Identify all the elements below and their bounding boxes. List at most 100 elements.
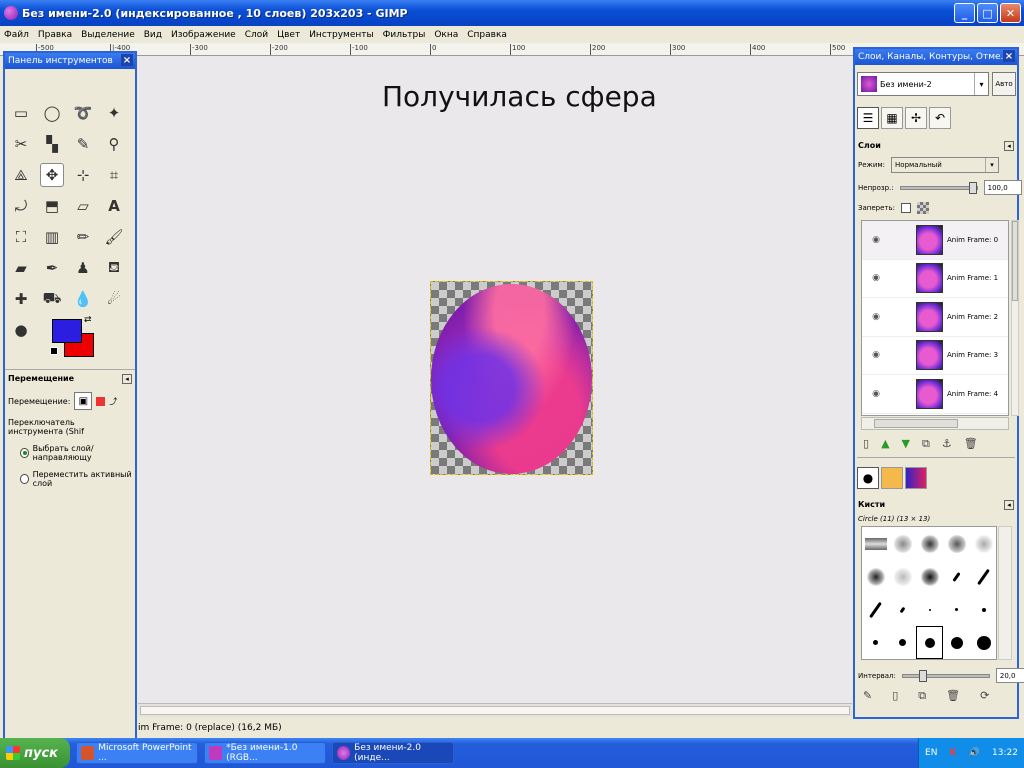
edit-brush-icon[interactable]: ✎ bbox=[863, 689, 872, 703]
brush-item[interactable] bbox=[889, 626, 916, 659]
raise-layer-icon[interactable]: ▲ bbox=[881, 437, 889, 451]
rect-select-icon[interactable]: ▭ bbox=[9, 101, 33, 125]
taskbar-item-powerpoint[interactable]: Microsoft PowerPoint ... bbox=[76, 742, 198, 764]
brush-item-selected[interactable] bbox=[916, 626, 943, 659]
language-indicator[interactable]: EN bbox=[925, 748, 937, 758]
default-colors-icon[interactable] bbox=[50, 347, 58, 355]
eye-icon[interactable]: ◉ bbox=[862, 273, 890, 283]
move-selection-icon[interactable] bbox=[96, 396, 106, 406]
shear-icon[interactable]: ▱ bbox=[71, 194, 95, 218]
antivirus-icon[interactable]: K bbox=[950, 748, 957, 758]
ellipse-select-icon[interactable]: ◯ bbox=[40, 101, 64, 125]
dock-menu-icon[interactable]: ◂ bbox=[122, 374, 132, 384]
smudge-icon[interactable]: ☄ bbox=[102, 287, 126, 311]
move-layer-icon[interactable]: ▣ bbox=[74, 392, 93, 410]
color-picker-icon[interactable]: ⚲ bbox=[102, 132, 126, 156]
gradient-icon[interactable]: ▥ bbox=[40, 225, 64, 249]
brush-item[interactable] bbox=[889, 527, 916, 560]
duplicate-brush-icon[interactable]: ⧉ bbox=[918, 689, 926, 703]
clone-icon[interactable]: ⛾ bbox=[102, 256, 126, 280]
rotate-icon[interactable]: ⤾ bbox=[9, 194, 33, 218]
menu-colors[interactable]: Цвет bbox=[277, 30, 300, 40]
lower-layer-icon[interactable]: ▼ bbox=[902, 437, 910, 451]
menu-file[interactable]: Файл bbox=[4, 30, 29, 40]
bucket-fill-icon[interactable]: ⛶ bbox=[9, 225, 33, 249]
image-layer-frame[interactable] bbox=[430, 281, 593, 475]
auto-button[interactable]: Авто bbox=[992, 72, 1016, 96]
menu-help[interactable]: Справка bbox=[467, 30, 507, 40]
dodge-burn-icon[interactable]: ● bbox=[9, 318, 33, 342]
menu-view[interactable]: Вид bbox=[144, 30, 162, 40]
eraser-icon[interactable]: ▰ bbox=[9, 256, 33, 280]
image-selector[interactable]: Без имени-2 ▾ bbox=[857, 72, 989, 96]
brush-item[interactable] bbox=[862, 626, 889, 659]
text-icon[interactable]: A bbox=[102, 194, 126, 218]
brush-item[interactable] bbox=[943, 626, 970, 659]
spacing-input[interactable]: 20,0 bbox=[995, 668, 1024, 683]
lock-alpha-icon[interactable] bbox=[916, 202, 929, 214]
eye-icon[interactable]: ◉ bbox=[862, 235, 890, 245]
new-brush-icon[interactable]: ▯ bbox=[892, 689, 898, 703]
layers-vertical-scrollbar[interactable] bbox=[1011, 220, 1019, 416]
menu-image[interactable]: Изображение bbox=[171, 30, 236, 40]
duplicate-layer-icon[interactable]: ⧉ bbox=[922, 437, 930, 451]
brush-item[interactable] bbox=[862, 560, 889, 593]
crop-icon[interactable]: ⌗ bbox=[102, 163, 126, 187]
opacity-slider[interactable] bbox=[899, 181, 978, 194]
opacity-input[interactable]: 100,0 bbox=[983, 180, 1022, 195]
brush-item[interactable] bbox=[889, 560, 916, 593]
menu-layer[interactable]: Слой bbox=[245, 30, 268, 40]
refresh-brushes-icon[interactable]: ⟳ bbox=[980, 689, 989, 703]
radio-on-icon[interactable] bbox=[20, 448, 29, 458]
paths-icon[interactable]: ✎ bbox=[71, 132, 95, 156]
eye-icon[interactable]: ◉ bbox=[862, 389, 890, 399]
taskbar-item-gimp-1[interactable]: *Без имени-1.0 (RGB... bbox=[204, 742, 326, 764]
ink-icon[interactable]: ♟ bbox=[71, 256, 95, 280]
menu-edit[interactable]: Правка bbox=[38, 30, 72, 40]
taskbar-item-gimp-2[interactable]: Без имени-2.0 (инде... bbox=[332, 742, 454, 764]
tab-gradients-icon[interactable] bbox=[905, 467, 927, 489]
eye-icon[interactable]: ◉ bbox=[862, 350, 890, 360]
delete-brush-icon[interactable]: 🗑 bbox=[946, 689, 960, 703]
magic-wand-icon[interactable]: ✦ bbox=[102, 101, 126, 125]
radio-move-active[interactable]: Переместить активный слой bbox=[8, 470, 132, 488]
layer-row[interactable]: ◉ Anim Frame: 1 bbox=[862, 260, 1008, 298]
minimize-button[interactable]: _ bbox=[954, 3, 975, 23]
brush-item[interactable] bbox=[970, 593, 997, 626]
close-icon[interactable]: × bbox=[121, 54, 133, 66]
maximize-button[interactable]: □ bbox=[977, 3, 998, 23]
scrollbar-thumb[interactable] bbox=[140, 706, 850, 715]
layer-row[interactable]: ◉ Anim Frame: 0 bbox=[862, 221, 1008, 260]
brushes-vertical-scrollbar[interactable] bbox=[998, 526, 1012, 660]
move-path-icon[interactable]: ⤴ bbox=[109, 396, 117, 407]
brush-item[interactable] bbox=[970, 527, 997, 560]
anchor-layer-icon[interactable]: ⚓ bbox=[942, 437, 952, 451]
brush-item[interactable] bbox=[862, 527, 889, 560]
start-button[interactable]: пуск bbox=[0, 738, 70, 768]
tab-undo-icon[interactable]: ↶ bbox=[929, 107, 951, 129]
brush-item[interactable] bbox=[970, 560, 997, 593]
foreground-select-icon[interactable]: ▚ bbox=[40, 132, 64, 156]
foreground-color[interactable] bbox=[52, 319, 82, 343]
menu-windows[interactable]: Окна bbox=[434, 30, 458, 40]
layer-row[interactable]: ◉ Anim Frame: 2 bbox=[862, 298, 1008, 337]
menu-tools[interactable]: Инструменты bbox=[309, 30, 373, 40]
swap-colors-icon[interactable]: ⇄ bbox=[84, 315, 92, 325]
brush-item[interactable] bbox=[943, 593, 970, 626]
tab-layers-icon[interactable]: ☰ bbox=[857, 107, 879, 129]
dock-menu-icon[interactable]: ◂ bbox=[1004, 500, 1014, 510]
paintbrush-icon[interactable]: 🖌 bbox=[102, 225, 126, 249]
slider-knob[interactable] bbox=[968, 181, 977, 194]
slider-knob[interactable] bbox=[918, 669, 927, 682]
canvas-horizontal-scrollbar[interactable] bbox=[138, 703, 852, 717]
scale-icon[interactable]: ⬒ bbox=[40, 194, 64, 218]
heal-icon[interactable]: ✚ bbox=[9, 287, 33, 311]
menu-filters[interactable]: Фильтры bbox=[383, 30, 426, 40]
layers-list[interactable]: ◉ Anim Frame: 0 ◉ Anim Frame: 1 ◉ Anim F… bbox=[861, 220, 1009, 416]
brush-item[interactable] bbox=[889, 593, 916, 626]
close-button[interactable]: ✕ bbox=[1000, 3, 1021, 23]
layer-row[interactable]: ◉ Anim Frame: 3 bbox=[862, 337, 1008, 375]
image-canvas[interactable]: Получилась сфера bbox=[138, 56, 852, 704]
move-icon[interactable]: ✥ bbox=[40, 163, 64, 187]
close-icon[interactable]: × bbox=[1003, 50, 1015, 62]
